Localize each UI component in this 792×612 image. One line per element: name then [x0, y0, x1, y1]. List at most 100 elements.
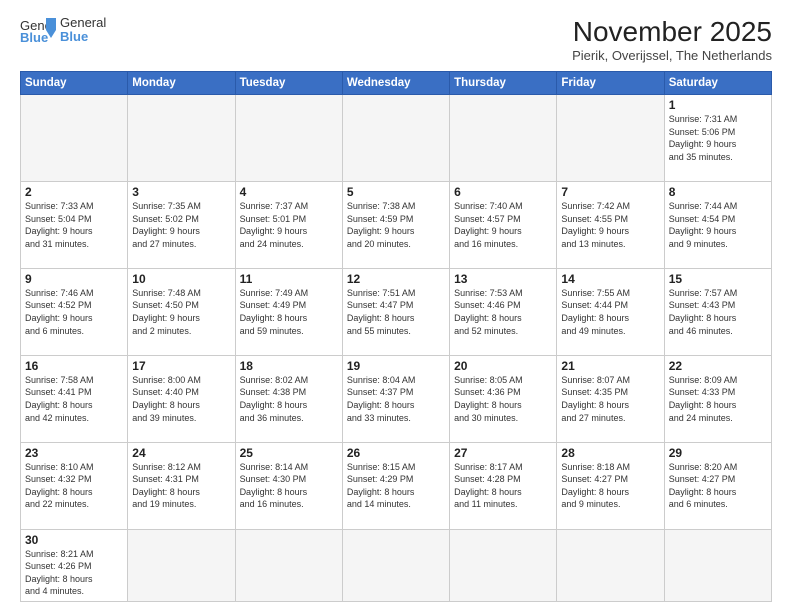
day-info: Sunrise: 8:12 AM Sunset: 4:31 PM Dayligh…: [132, 461, 230, 511]
day-number: 20: [454, 359, 552, 373]
logo: General Blue General Blue: [20, 16, 106, 45]
day-number: 12: [347, 272, 445, 286]
day-number: 4: [240, 185, 338, 199]
calendar-day-cell: 3Sunrise: 7:35 AM Sunset: 5:02 PM Daylig…: [128, 181, 235, 268]
calendar-table: SundayMondayTuesdayWednesdayThursdayFrid…: [20, 71, 772, 602]
calendar-day-cell: [342, 529, 449, 601]
calendar-day-cell: [450, 529, 557, 601]
calendar-day-cell: [557, 529, 664, 601]
calendar-day-cell: 30Sunrise: 8:21 AM Sunset: 4:26 PM Dayli…: [21, 529, 128, 601]
day-number: 22: [669, 359, 767, 373]
calendar-day-cell: 21Sunrise: 8:07 AM Sunset: 4:35 PM Dayli…: [557, 355, 664, 442]
logo-blue-text: Blue: [60, 30, 106, 44]
day-info: Sunrise: 7:35 AM Sunset: 5:02 PM Dayligh…: [132, 200, 230, 250]
calendar-week-row: 1Sunrise: 7:31 AM Sunset: 5:06 PM Daylig…: [21, 95, 772, 182]
day-info: Sunrise: 7:48 AM Sunset: 4:50 PM Dayligh…: [132, 287, 230, 337]
calendar-day-cell: 16Sunrise: 7:58 AM Sunset: 4:41 PM Dayli…: [21, 355, 128, 442]
day-number: 18: [240, 359, 338, 373]
day-info: Sunrise: 8:04 AM Sunset: 4:37 PM Dayligh…: [347, 374, 445, 424]
day-number: 27: [454, 446, 552, 460]
day-number: 21: [561, 359, 659, 373]
day-number: 5: [347, 185, 445, 199]
calendar-day-cell: 13Sunrise: 7:53 AM Sunset: 4:46 PM Dayli…: [450, 268, 557, 355]
calendar-day-cell: 23Sunrise: 8:10 AM Sunset: 4:32 PM Dayli…: [21, 442, 128, 529]
calendar-day-cell: 22Sunrise: 8:09 AM Sunset: 4:33 PM Dayli…: [664, 355, 771, 442]
day-info: Sunrise: 8:20 AM Sunset: 4:27 PM Dayligh…: [669, 461, 767, 511]
weekday-header-monday: Monday: [128, 72, 235, 95]
day-info: Sunrise: 8:17 AM Sunset: 4:28 PM Dayligh…: [454, 461, 552, 511]
calendar-day-cell: 15Sunrise: 7:57 AM Sunset: 4:43 PM Dayli…: [664, 268, 771, 355]
day-number: 23: [25, 446, 123, 460]
calendar-day-cell: [235, 529, 342, 601]
day-number: 30: [25, 533, 123, 547]
day-info: Sunrise: 8:05 AM Sunset: 4:36 PM Dayligh…: [454, 374, 552, 424]
calendar-day-cell: 11Sunrise: 7:49 AM Sunset: 4:49 PM Dayli…: [235, 268, 342, 355]
calendar-day-cell: 18Sunrise: 8:02 AM Sunset: 4:38 PM Dayli…: [235, 355, 342, 442]
weekday-header-wednesday: Wednesday: [342, 72, 449, 95]
calendar-day-cell: 5Sunrise: 7:38 AM Sunset: 4:59 PM Daylig…: [342, 181, 449, 268]
weekday-header-friday: Friday: [557, 72, 664, 95]
calendar-day-cell: 8Sunrise: 7:44 AM Sunset: 4:54 PM Daylig…: [664, 181, 771, 268]
day-info: Sunrise: 8:09 AM Sunset: 4:33 PM Dayligh…: [669, 374, 767, 424]
page-title: November 2025: [572, 16, 772, 48]
calendar-day-cell: 17Sunrise: 8:00 AM Sunset: 4:40 PM Dayli…: [128, 355, 235, 442]
day-info: Sunrise: 8:07 AM Sunset: 4:35 PM Dayligh…: [561, 374, 659, 424]
day-number: 1: [669, 98, 767, 112]
day-number: 24: [132, 446, 230, 460]
weekday-header-thursday: Thursday: [450, 72, 557, 95]
day-info: Sunrise: 7:38 AM Sunset: 4:59 PM Dayligh…: [347, 200, 445, 250]
day-number: 9: [25, 272, 123, 286]
day-info: Sunrise: 8:02 AM Sunset: 4:38 PM Dayligh…: [240, 374, 338, 424]
calendar-day-cell: [450, 95, 557, 182]
calendar-day-cell: 14Sunrise: 7:55 AM Sunset: 4:44 PM Dayli…: [557, 268, 664, 355]
day-number: 6: [454, 185, 552, 199]
calendar-day-cell: [128, 95, 235, 182]
day-number: 2: [25, 185, 123, 199]
day-info: Sunrise: 7:46 AM Sunset: 4:52 PM Dayligh…: [25, 287, 123, 337]
day-number: 17: [132, 359, 230, 373]
day-number: 14: [561, 272, 659, 286]
day-info: Sunrise: 7:49 AM Sunset: 4:49 PM Dayligh…: [240, 287, 338, 337]
day-info: Sunrise: 7:58 AM Sunset: 4:41 PM Dayligh…: [25, 374, 123, 424]
day-number: 15: [669, 272, 767, 286]
calendar-day-cell: 24Sunrise: 8:12 AM Sunset: 4:31 PM Dayli…: [128, 442, 235, 529]
day-number: 26: [347, 446, 445, 460]
calendar-day-cell: 25Sunrise: 8:14 AM Sunset: 4:30 PM Dayli…: [235, 442, 342, 529]
day-number: 8: [669, 185, 767, 199]
svg-text:Blue: Blue: [20, 30, 48, 44]
calendar-day-cell: [128, 529, 235, 601]
day-info: Sunrise: 7:53 AM Sunset: 4:46 PM Dayligh…: [454, 287, 552, 337]
calendar-day-cell: [235, 95, 342, 182]
title-block: November 2025 Pierik, Overijssel, The Ne…: [572, 16, 772, 63]
day-number: 7: [561, 185, 659, 199]
logo-general-text: General: [60, 16, 106, 30]
day-info: Sunrise: 7:57 AM Sunset: 4:43 PM Dayligh…: [669, 287, 767, 337]
day-info: Sunrise: 8:14 AM Sunset: 4:30 PM Dayligh…: [240, 461, 338, 511]
calendar-day-cell: 19Sunrise: 8:04 AM Sunset: 4:37 PM Dayli…: [342, 355, 449, 442]
day-info: Sunrise: 7:44 AM Sunset: 4:54 PM Dayligh…: [669, 200, 767, 250]
day-number: 28: [561, 446, 659, 460]
calendar-day-cell: 26Sunrise: 8:15 AM Sunset: 4:29 PM Dayli…: [342, 442, 449, 529]
page-subtitle: Pierik, Overijssel, The Netherlands: [572, 48, 772, 63]
calendar-day-cell: 12Sunrise: 7:51 AM Sunset: 4:47 PM Dayli…: [342, 268, 449, 355]
weekday-header-sunday: Sunday: [21, 72, 128, 95]
calendar-week-row: 9Sunrise: 7:46 AM Sunset: 4:52 PM Daylig…: [21, 268, 772, 355]
day-number: 10: [132, 272, 230, 286]
day-info: Sunrise: 7:33 AM Sunset: 5:04 PM Dayligh…: [25, 200, 123, 250]
calendar-day-cell: 1Sunrise: 7:31 AM Sunset: 5:06 PM Daylig…: [664, 95, 771, 182]
calendar-day-cell: 10Sunrise: 7:48 AM Sunset: 4:50 PM Dayli…: [128, 268, 235, 355]
calendar-week-row: 23Sunrise: 8:10 AM Sunset: 4:32 PM Dayli…: [21, 442, 772, 529]
calendar-day-cell: 4Sunrise: 7:37 AM Sunset: 5:01 PM Daylig…: [235, 181, 342, 268]
day-number: 11: [240, 272, 338, 286]
day-info: Sunrise: 7:31 AM Sunset: 5:06 PM Dayligh…: [669, 113, 767, 163]
page-header: General Blue General Blue November 2025 …: [20, 16, 772, 63]
calendar-day-cell: 2Sunrise: 7:33 AM Sunset: 5:04 PM Daylig…: [21, 181, 128, 268]
day-number: 29: [669, 446, 767, 460]
day-number: 19: [347, 359, 445, 373]
calendar-day-cell: 6Sunrise: 7:40 AM Sunset: 4:57 PM Daylig…: [450, 181, 557, 268]
day-info: Sunrise: 8:18 AM Sunset: 4:27 PM Dayligh…: [561, 461, 659, 511]
calendar-day-cell: 27Sunrise: 8:17 AM Sunset: 4:28 PM Dayli…: [450, 442, 557, 529]
calendar-day-cell: [342, 95, 449, 182]
day-number: 25: [240, 446, 338, 460]
calendar-week-row: 2Sunrise: 7:33 AM Sunset: 5:04 PM Daylig…: [21, 181, 772, 268]
